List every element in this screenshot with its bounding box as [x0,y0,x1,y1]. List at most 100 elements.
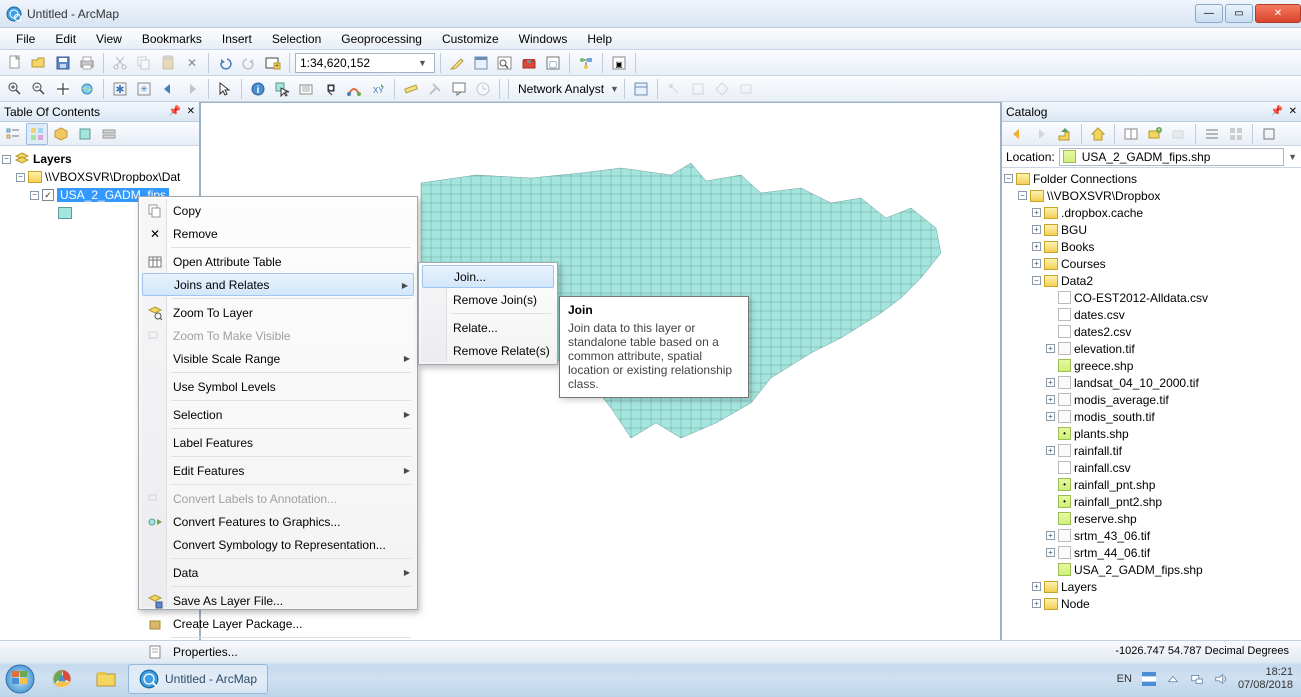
na-window-icon[interactable] [630,78,652,100]
catalog-file[interactable]: +srtm_44_06.tif [1004,544,1299,561]
cm-open-attribute-table[interactable]: Open Attribute Table [141,250,415,273]
layers-root[interactable]: − Layers [2,150,197,168]
catalog-root[interactable]: −Folder Connections [1004,170,1299,187]
tray-flag-icon[interactable] [1142,672,1156,686]
cm-joins-relates[interactable]: Joins and Relates [142,273,414,296]
catalog-connection[interactable]: −\\VBOXSVR\Dropbox [1004,187,1299,204]
catalog-file[interactable]: •rainfall_pnt2.shp [1004,493,1299,510]
open-icon[interactable] [28,52,50,74]
catalog-file[interactable]: reserve.shp [1004,510,1299,527]
catalog-folder[interactable]: +Courses [1004,255,1299,272]
cm-data[interactable]: Data [141,561,415,584]
cm-use-symbol-levels[interactable]: Use Symbol Levels [141,375,415,398]
close-panel-icon[interactable]: ✕ [1289,106,1297,117]
taskbar-arcmap[interactable]: Untitled - ArcMap [128,664,268,694]
cm-remove[interactable]: ✕Remove [141,222,415,245]
tray-volume-icon[interactable] [1214,672,1228,686]
go-to-xy-icon[interactable]: XY [367,78,389,100]
clear-selection-icon[interactable] [295,78,317,100]
catalog-file[interactable]: CO-EST2012-Alldata.csv [1004,289,1299,306]
disconnect-folder-icon[interactable] [1168,123,1190,145]
cm-copy[interactable]: Copy [141,199,415,222]
tray-up-icon[interactable] [1166,672,1180,686]
zoom-in-icon[interactable] [4,78,26,100]
cm-convert-symbology[interactable]: Convert Symbology to Representation... [141,533,415,556]
cm-create-layer-package[interactable]: Create Layer Package... [141,612,415,635]
back-icon[interactable] [1006,123,1028,145]
list-by-visibility-icon[interactable] [50,123,72,145]
language-indicator[interactable]: EN [1117,673,1132,685]
location-dropdown-icon[interactable]: ▼ [1288,152,1297,162]
paste-icon[interactable] [157,52,179,74]
html-popup-icon[interactable] [448,78,470,100]
home-icon[interactable] [1087,123,1109,145]
select-features-icon[interactable] [271,78,293,100]
collapse-icon[interactable]: − [16,173,25,182]
undo-icon[interactable] [214,52,236,74]
tree-view-icon[interactable] [1201,123,1223,145]
cm-zoom-to-layer[interactable]: Zoom To Layer [141,301,415,324]
fixed-zoom-out-icon[interactable]: ✳ [133,78,155,100]
list-by-drawing-icon[interactable] [2,123,24,145]
catalog-file[interactable]: +modis_south.tif [1004,408,1299,425]
start-button[interactable] [0,661,40,697]
sub-remove-relates[interactable]: Remove Relate(s) [421,339,555,362]
full-extent-icon[interactable] [76,78,98,100]
catalog-folder[interactable]: +Books [1004,238,1299,255]
menu-geoprocessing[interactable]: Geoprocessing [331,30,432,48]
catalog-folder[interactable]: +Layers [1004,578,1299,595]
menu-windows[interactable]: Windows [509,30,578,48]
collapse-icon[interactable]: − [30,191,39,200]
catalog-folder[interactable]: +BGU [1004,221,1299,238]
tray-clock[interactable]: 18:21 07/08/2018 [1238,666,1293,692]
catalog-file[interactable]: dates2.csv [1004,323,1299,340]
catalog-folder[interactable]: +Node [1004,595,1299,612]
collapse-icon[interactable]: − [2,155,11,164]
cm-convert-features[interactable]: Convert Features to Graphics... [141,510,415,533]
forward-extent-icon[interactable] [181,78,203,100]
sub-join[interactable]: Join... [422,265,554,288]
pin-icon[interactable]: 📌 [1271,106,1283,117]
catalog-file[interactable]: +srtm_43_06.tif [1004,527,1299,544]
sub-relate[interactable]: Relate... [421,316,555,339]
connect-folder-icon[interactable]: + [1144,123,1166,145]
menu-view[interactable]: View [86,30,132,48]
catalog-file[interactable]: +rainfall.tif [1004,442,1299,459]
catalog-folder[interactable]: −Data2 [1004,272,1299,289]
pin-icon[interactable]: 📌 [169,106,181,117]
fixed-zoom-in-icon[interactable]: ✱ [109,78,131,100]
catalog-file[interactable]: +modis_average.tif [1004,391,1299,408]
select-elements-icon[interactable] [214,78,236,100]
close-panel-icon[interactable]: ✕ [187,106,195,117]
hyperlink-icon[interactable] [424,78,446,100]
arctoolbox-icon[interactable] [518,52,540,74]
print-icon[interactable] [76,52,98,74]
catalog-file[interactable]: •rainfall_pnt.shp [1004,476,1299,493]
save-icon[interactable] [52,52,74,74]
scale-field[interactable] [300,56,418,70]
time-slider-icon[interactable] [472,78,494,100]
find-route-icon[interactable] [343,78,365,100]
delete-icon[interactable]: ✕ [181,52,203,74]
catalog-file[interactable]: dates.csv [1004,306,1299,323]
editor-toolbar-icon[interactable] [446,52,468,74]
cm-label-features[interactable]: Label Features [141,431,415,454]
menu-edit[interactable]: Edit [45,30,86,48]
tray-network-icon[interactable] [1190,672,1204,686]
layer-visibility-checkbox[interactable]: ✓ [42,189,54,201]
taskbar-chrome[interactable] [40,664,84,694]
network-analyst-dropdown-icon[interactable]: ▼ [610,84,619,94]
menu-selection[interactable]: Selection [262,30,331,48]
menu-file[interactable]: File [6,30,45,48]
add-data-icon[interactable]: + [262,52,284,74]
scale-input[interactable]: ▼ [295,53,435,73]
maximize-button[interactable]: ▭ [1225,4,1253,23]
list-view-icon[interactable] [1225,123,1247,145]
catalog-file[interactable]: +elevation.tif [1004,340,1299,357]
search-window-icon[interactable] [494,52,516,74]
network-analyst-label[interactable]: Network Analyst [514,82,608,96]
python-window-icon[interactable]: ▢ [542,52,564,74]
options-icon[interactable] [98,123,120,145]
cut-icon[interactable] [109,52,131,74]
catalog-window-icon[interactable] [470,52,492,74]
